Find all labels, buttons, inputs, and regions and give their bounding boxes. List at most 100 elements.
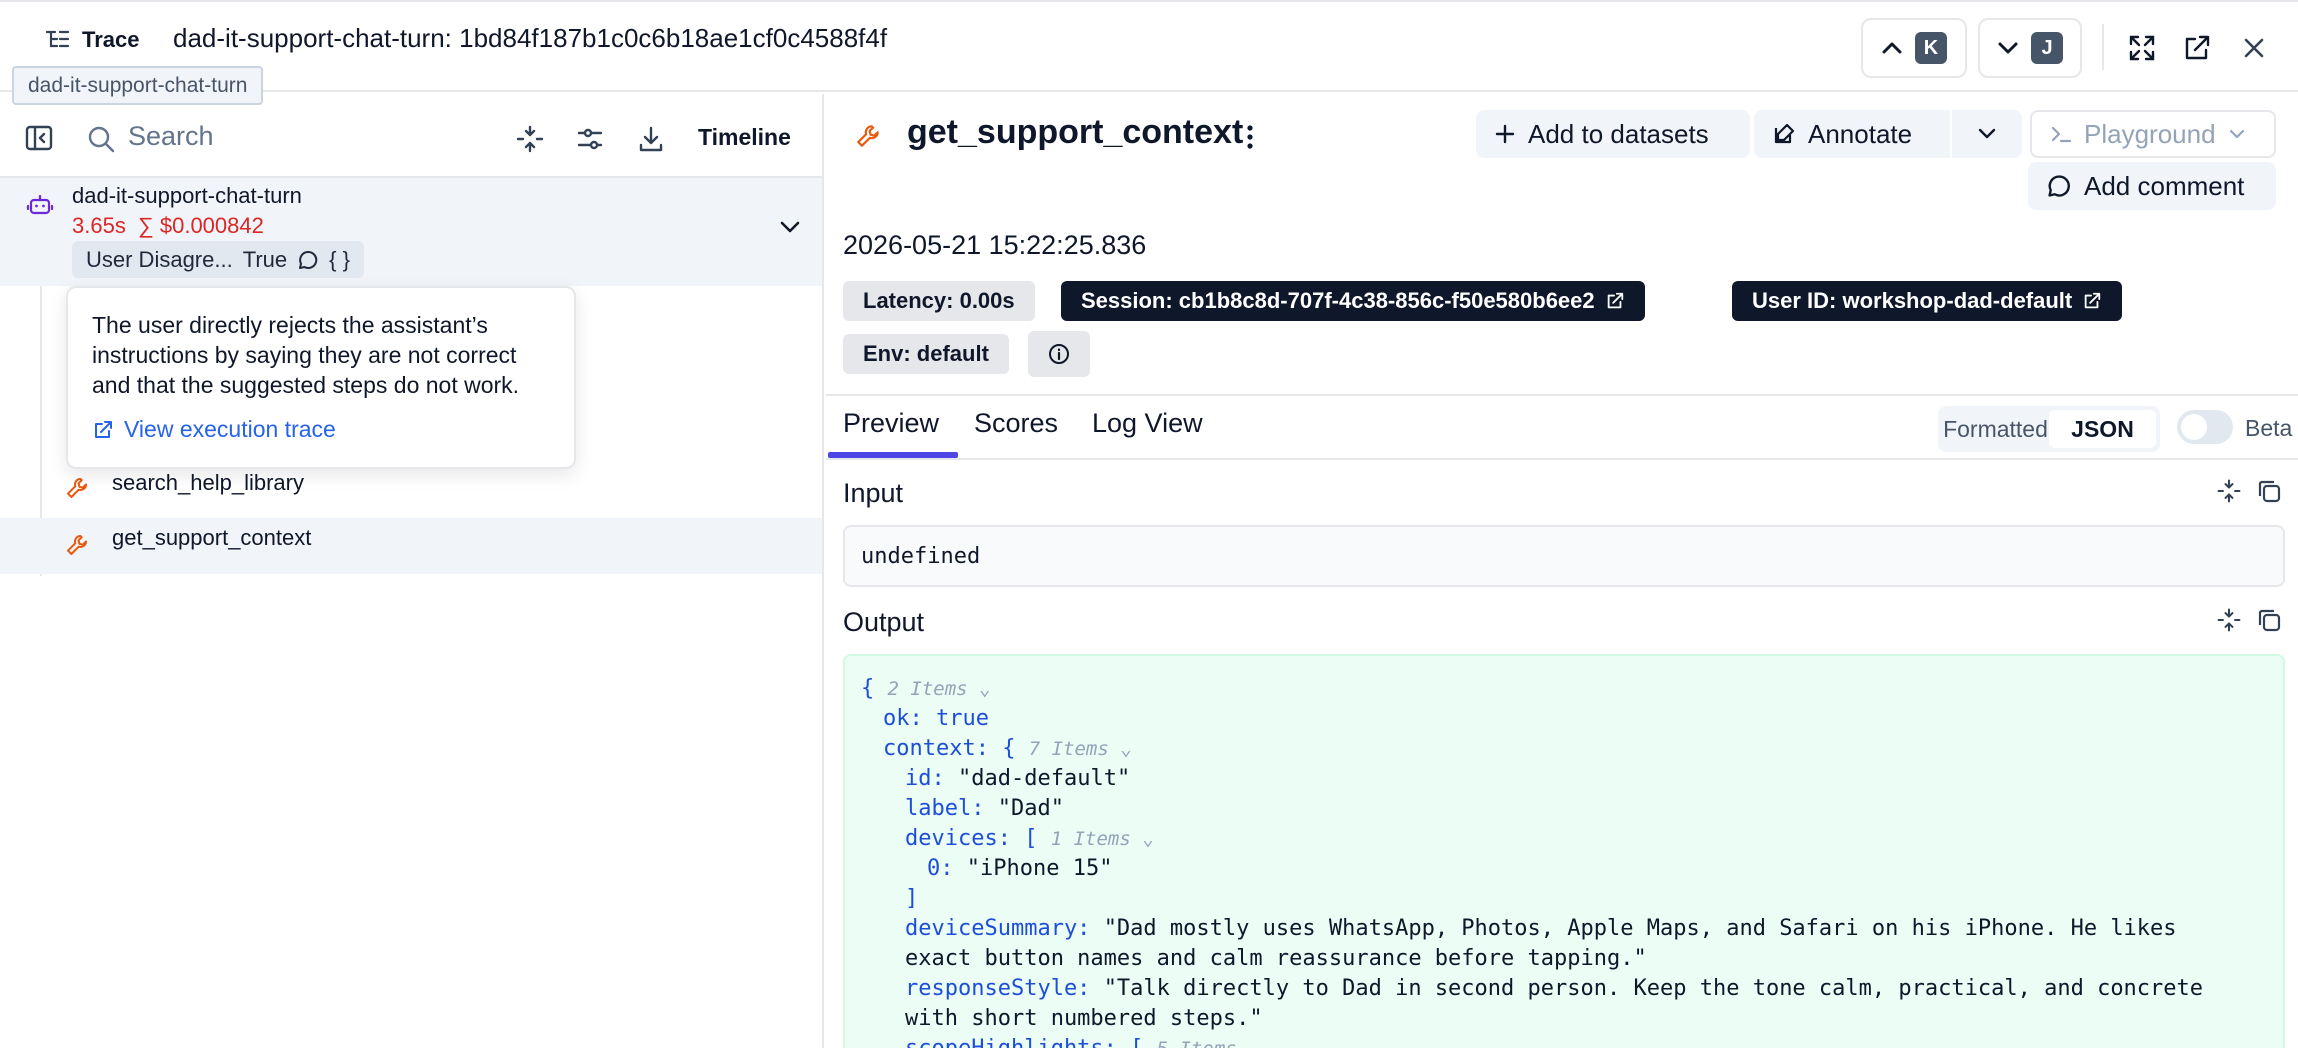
add-comment-button[interactable]: Add comment (2028, 162, 2276, 210)
user-id-tag-label: User ID: workshop-dad-default (1752, 288, 2073, 313)
shrink-icon (2216, 478, 2242, 504)
plus-icon (1494, 123, 1516, 145)
download-button[interactable] (636, 124, 666, 154)
session-tag-label: Session: cb1b8c8d-707f-4c38-856c-f50e580… (1081, 288, 1595, 313)
input-title: Input (843, 478, 904, 508)
json-value: exact button names and calm reassurance … (905, 946, 1647, 971)
prev-trace-button[interactable]: K (1861, 18, 1967, 78)
playground-button[interactable]: Playground (2030, 110, 2276, 158)
json-item-count[interactable]: 1 Items (1051, 828, 1131, 850)
json-line: responseStyle: "Talk directly to Dad in … (861, 974, 2267, 1004)
json-value: "Dad" (997, 796, 1064, 821)
env-tag-label: Env: default (863, 341, 989, 366)
close-button[interactable] (2236, 30, 2272, 66)
wrench-icon (64, 475, 90, 501)
session-tag[interactable]: Session: cb1b8c8d-707f-4c38-856c-f50e580… (1061, 281, 1645, 321)
comment-icon (297, 249, 319, 271)
maximize-icon (2127, 33, 2157, 63)
view-mode-json[interactable]: JSON (2049, 410, 2156, 448)
annotate-button[interactable]: Annotate (1754, 110, 1950, 158)
tree-item-label: search_help_library (112, 470, 304, 495)
beta-toggle[interactable] (2177, 410, 2233, 444)
wrench-icon (64, 532, 90, 558)
user-id-tag[interactable]: User ID: workshop-dad-default (1732, 281, 2123, 321)
json-line: devices: [ 1 Items ⌄ (905, 826, 1154, 851)
json-key: 0: (927, 856, 954, 881)
add-to-datasets-button[interactable]: Add to datasets (1476, 110, 1750, 158)
score-comment-popover: The user directly rejects the assistant’… (66, 286, 576, 469)
copy-input-button[interactable] (2256, 478, 2282, 504)
more-options-button[interactable] (1240, 122, 1260, 152)
open-new-tab-button[interactable] (2179, 30, 2215, 66)
divider (826, 394, 2298, 396)
collapse-all-button[interactable] (515, 124, 545, 154)
json-item-count[interactable]: 2 Items (888, 678, 968, 700)
add-to-datasets-label: Add to datasets (1528, 118, 1709, 149)
span-title: get_support_context (907, 113, 1244, 151)
trace-title: dad-it-support-chat-turn: 1bd84f187b1c0c… (173, 23, 888, 53)
tab-scores[interactable]: Scores (974, 408, 1058, 439)
output-json-viewer: { 2 Items ⌄ ok: true context: { 7 Items … (843, 654, 2285, 1048)
json-key: scopeHighlights: (905, 1036, 1117, 1048)
download-icon (636, 124, 666, 154)
json-item-count[interactable]: 5 Items (1157, 1038, 1237, 1048)
json-line: scopeHighlights: [ 5 Items ⌄ (861, 1034, 2267, 1048)
json-line: id: "dad-default" (861, 764, 2267, 794)
collapse-output-button[interactable] (2216, 607, 2242, 633)
info-button[interactable] (1028, 331, 1090, 377)
score-chip[interactable]: User Disagre... True { } (72, 241, 364, 278)
filter-settings-button[interactable] (575, 124, 605, 154)
json-key: context: (883, 736, 989, 761)
json-value: with short numbered steps." (905, 1006, 1263, 1031)
search-input[interactable]: Search (128, 121, 214, 152)
close-icon (2241, 35, 2267, 61)
chevron-down-icon (1997, 41, 2019, 55)
json-value: "iPhone 15" (966, 856, 1113, 881)
next-trace-button[interactable]: J (1978, 18, 2082, 78)
view-mode-toggle[interactable]: Formatted JSON (1938, 406, 2160, 452)
root-cost: ∑ $0.000842 (138, 213, 264, 238)
tab-preview[interactable]: Preview (843, 408, 939, 439)
json-line: ok: true (861, 704, 2267, 734)
json-value: "dad-default" (958, 766, 1131, 791)
copy-icon (2256, 478, 2282, 504)
json-line: context: { 7 Items ⌄ (883, 736, 1132, 761)
bot-icon (25, 190, 55, 220)
external-link-icon (92, 419, 114, 441)
json-value: "Talk directly to Dad in second person. … (1103, 976, 2204, 1001)
tooltip: dad-it-support-chat-turn (12, 66, 264, 105)
view-execution-trace-link[interactable]: View execution trace (92, 416, 550, 443)
divider (2102, 24, 2104, 70)
maximize-button[interactable] (2124, 30, 2160, 66)
wrench-icon (854, 122, 882, 150)
json-line: deviceSummary: "Dad mostly uses WhatsApp… (861, 914, 2267, 944)
score-json: { } (329, 246, 350, 272)
beta-label: Beta (2245, 415, 2293, 441)
trace-label: Trace (82, 27, 140, 52)
expand-root-button[interactable] (778, 219, 802, 235)
annotate-label: Annotate (1808, 118, 1913, 149)
trace-badge: Trace (30, 19, 156, 61)
env-tag: Env: default (843, 334, 1009, 374)
annotate-menu-button[interactable] (1952, 110, 2022, 158)
json-key: ok: (883, 706, 923, 731)
toggle-sidebar-button[interactable] (24, 124, 54, 152)
json-item-count[interactable]: 7 Items (1029, 738, 1109, 760)
tab-log-view[interactable]: Log View (1092, 408, 1203, 439)
terminal-icon (2050, 123, 2072, 145)
add-comment-label: Add comment (2084, 170, 2245, 201)
external-link-icon (2082, 291, 2102, 311)
more-vertical-icon (1240, 122, 1260, 152)
chevron-down-icon (778, 219, 802, 235)
timeline-toggle[interactable]: Timeline (698, 124, 791, 151)
input-value: undefined (843, 525, 2285, 587)
score-value: True (242, 246, 288, 272)
copy-output-button[interactable] (2256, 607, 2282, 633)
collapse-input-button[interactable] (2216, 478, 2242, 504)
view-mode-formatted[interactable]: Formatted (1942, 416, 2049, 443)
json-line: ] (905, 886, 919, 911)
root-latency: 3.65s (72, 213, 126, 238)
kbd-k: K (1915, 32, 1947, 64)
json-line: label: "Dad" (861, 794, 2267, 824)
divider (826, 458, 2298, 460)
